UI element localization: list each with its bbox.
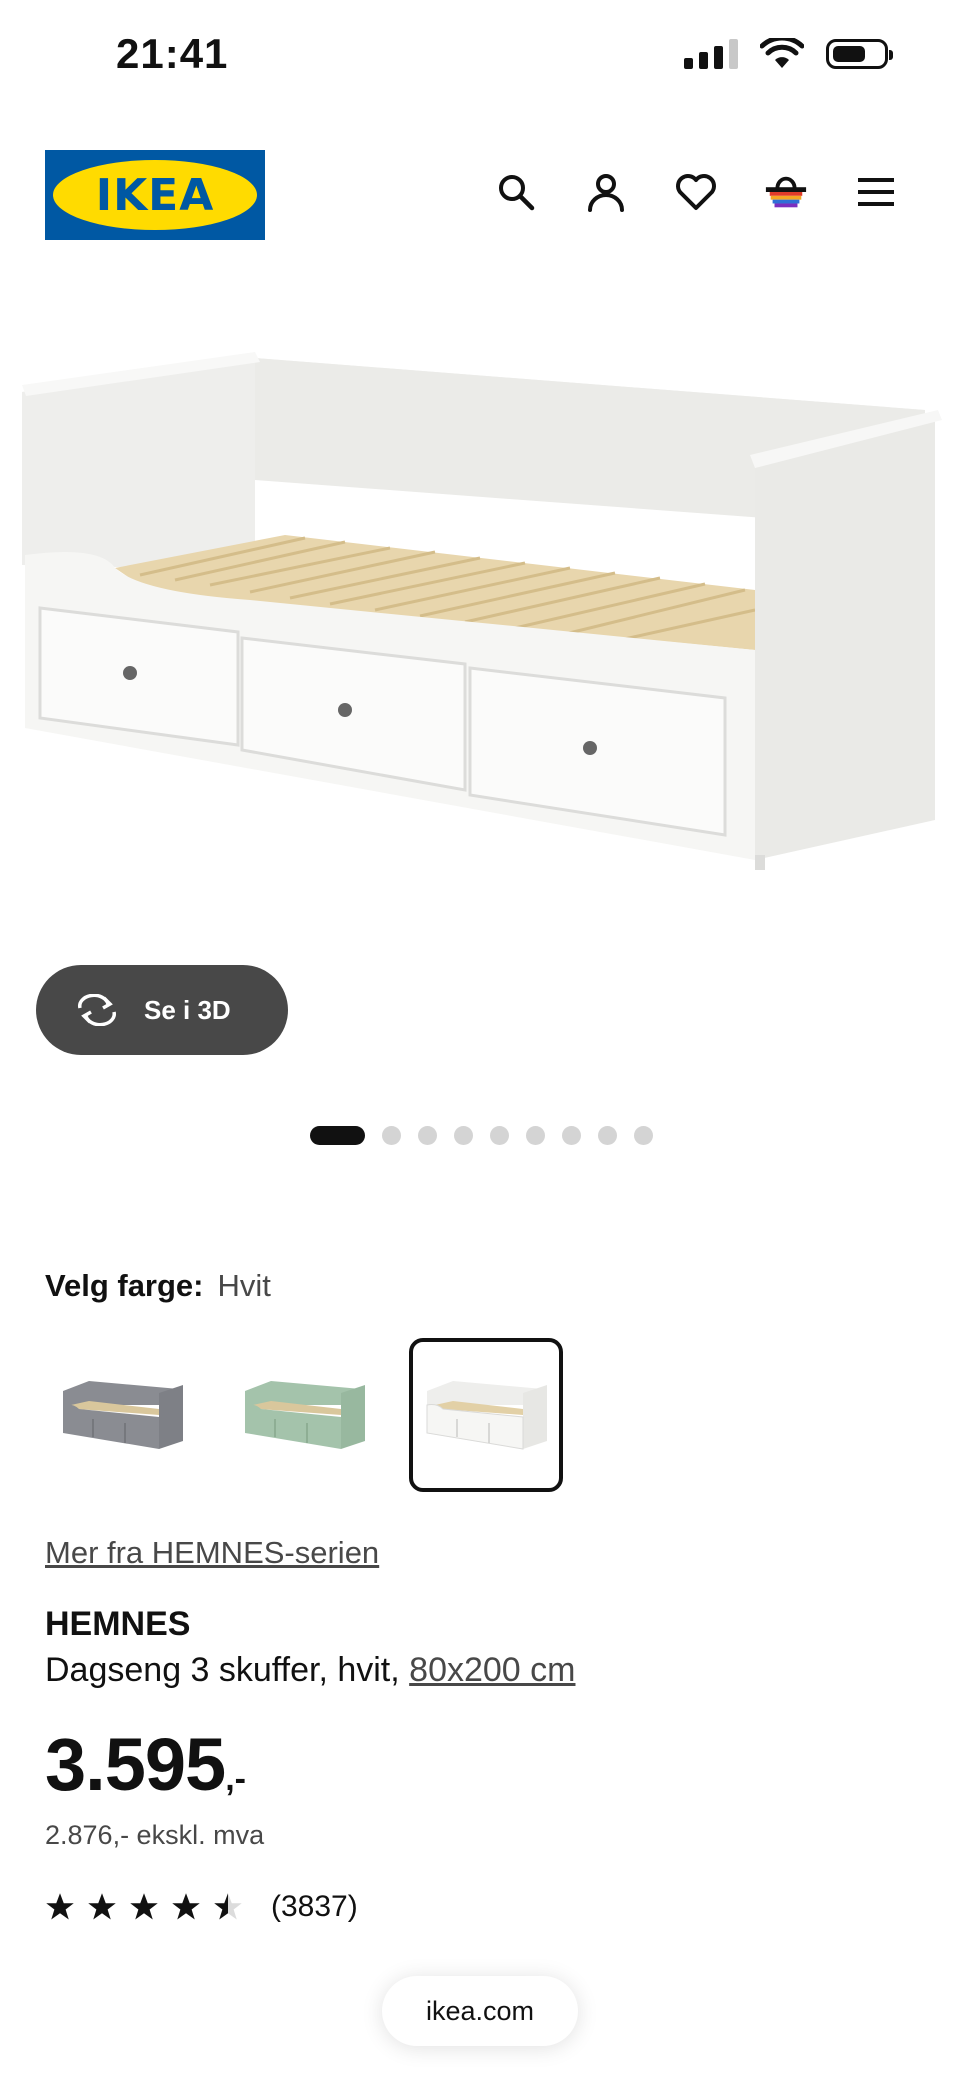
cellular-signal-icon xyxy=(684,39,738,69)
swatch-white[interactable] xyxy=(409,1338,563,1492)
price-amount: 3.595 xyxy=(45,1723,226,1806)
product-description: Dagseng 3 skuffer, hvit, 80x200 cm xyxy=(45,1651,575,1690)
size-link[interactable]: 80x200 cm xyxy=(409,1651,575,1689)
ikea-logo[interactable]: IKEA xyxy=(45,150,265,240)
carousel-dot[interactable] xyxy=(634,1126,653,1145)
carousel-dot[interactable] xyxy=(454,1126,473,1145)
carousel-dot[interactable] xyxy=(382,1126,401,1145)
star-icon xyxy=(46,1893,74,1920)
basket-icon[interactable] xyxy=(764,170,808,214)
carousel-dot[interactable] xyxy=(310,1126,365,1145)
carousel-dot[interactable] xyxy=(418,1126,437,1145)
color-value: Hvit xyxy=(217,1268,271,1303)
browser-url-bar[interactable]: ikea.com xyxy=(382,1976,578,2046)
carousel-dot[interactable] xyxy=(526,1126,545,1145)
price-suffix: ,- xyxy=(225,1760,246,1798)
rating-count: (3837) xyxy=(271,1890,358,1923)
half-star-icon xyxy=(214,1893,242,1920)
star-icon xyxy=(88,1893,116,1920)
carousel-dot[interactable] xyxy=(598,1126,617,1145)
star-icon xyxy=(130,1893,158,1920)
price-ex-vat: 2.876,- ekskl. mva xyxy=(45,1820,265,1850)
wifi-icon xyxy=(760,38,804,68)
rating-stars xyxy=(45,1892,243,1922)
view-3d-button[interactable]: Se i 3D xyxy=(36,965,288,1055)
heart-icon[interactable] xyxy=(674,170,718,214)
status-bar: 21:41 xyxy=(0,0,960,110)
series-link[interactable]: Mer fra HEMNES-serien xyxy=(45,1535,379,1571)
search-icon[interactable] xyxy=(494,170,538,214)
product-name: HEMNES xyxy=(45,1605,191,1643)
swatch-grey[interactable] xyxy=(45,1338,199,1492)
carousel-dots xyxy=(310,1126,653,1145)
product-image[interactable] xyxy=(0,330,960,870)
account-icon[interactable] xyxy=(584,170,628,214)
view-3d-label: Se i 3D xyxy=(144,994,231,1025)
price: 3.595,- xyxy=(45,1722,246,1807)
status-time: 21:41 xyxy=(116,30,229,77)
swatch-green[interactable] xyxy=(227,1338,381,1492)
color-label: Velg farge: xyxy=(45,1268,204,1303)
product-rating[interactable]: (3837) xyxy=(45,1890,358,1924)
carousel-dot[interactable] xyxy=(490,1126,509,1145)
site-header: IKEA xyxy=(0,150,960,242)
carousel-dot[interactable] xyxy=(562,1126,581,1145)
battery-icon xyxy=(826,39,893,69)
product-description-text: Dagseng 3 skuffer, hvit, xyxy=(45,1651,400,1689)
color-selector-heading: Velg farge: Hvit xyxy=(45,1268,271,1304)
header-nav xyxy=(494,170,898,214)
star-icon xyxy=(172,1893,200,1920)
rotate-3d-icon xyxy=(78,994,116,1026)
menu-icon[interactable] xyxy=(854,170,898,214)
status-icons xyxy=(684,38,893,70)
color-swatches xyxy=(45,1338,563,1492)
